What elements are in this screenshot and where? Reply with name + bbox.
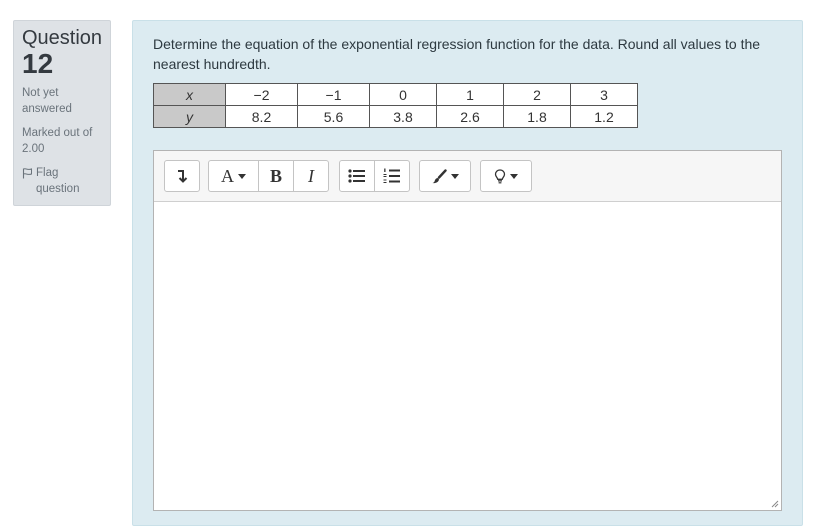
flag-question-link[interactable]: Flag question bbox=[22, 165, 102, 197]
editor-toolbar: A B I bbox=[154, 151, 781, 202]
resize-handle-icon[interactable] bbox=[771, 500, 779, 508]
ordered-list-button[interactable] bbox=[375, 161, 409, 191]
lightbulb-icon bbox=[494, 168, 506, 183]
chevron-down-icon bbox=[510, 173, 518, 179]
bold-button[interactable]: B bbox=[259, 161, 294, 191]
table-row-x: x −2 −1 0 1 2 3 bbox=[153, 83, 638, 106]
y-cell: 2.6 bbox=[436, 105, 504, 128]
lightbulb-button[interactable] bbox=[481, 161, 531, 191]
y-cell: 3.8 bbox=[369, 105, 437, 128]
toolbar-group-tips bbox=[480, 160, 532, 192]
italic-icon: I bbox=[308, 165, 314, 186]
x-cell: 2 bbox=[503, 83, 571, 106]
unordered-list-button[interactable] bbox=[340, 161, 375, 191]
toolbar-group-style bbox=[419, 160, 471, 192]
chevron-down-icon bbox=[238, 173, 246, 179]
question-grade: Marked out of 2.00 bbox=[22, 127, 93, 155]
x-cell: −1 bbox=[297, 83, 370, 106]
toolbar-group-collapse bbox=[164, 160, 200, 192]
answer-text-area[interactable] bbox=[154, 203, 781, 510]
row-header-y: y bbox=[153, 105, 226, 128]
italic-button[interactable]: I bbox=[294, 161, 328, 191]
collapse-icon bbox=[178, 170, 188, 183]
bold-icon: B bbox=[269, 165, 282, 186]
toolbar-group-text: A B I bbox=[208, 160, 329, 192]
answer-editor: A B I bbox=[153, 150, 782, 511]
x-cell: 3 bbox=[570, 83, 638, 106]
question-info-panel: Question 12 Not yet answered Marked out … bbox=[13, 20, 111, 206]
collapse-toolbar-button[interactable] bbox=[165, 161, 199, 191]
question-label: Question bbox=[22, 27, 103, 49]
question-state: Not yet answered bbox=[22, 87, 72, 115]
y-cell: 1.8 bbox=[503, 105, 571, 128]
ordered-list-icon bbox=[383, 168, 400, 183]
question-number: 12 bbox=[22, 48, 54, 79]
x-cell: 0 bbox=[369, 83, 437, 106]
brush-icon bbox=[432, 168, 447, 183]
table-row-y: y 8.2 5.6 3.8 2.6 1.8 1.2 bbox=[153, 105, 638, 128]
font-style-button[interactable]: A bbox=[209, 161, 259, 191]
flag-question-label: Flag question bbox=[36, 167, 80, 195]
data-table: x −2 −1 0 1 2 3 y 8.2 5.6 3.8 2.6 1.8 1.… bbox=[153, 83, 638, 128]
flag-icon bbox=[22, 168, 32, 179]
unordered-list-icon bbox=[348, 169, 365, 183]
question-content: Determine the equation of the exponentia… bbox=[132, 20, 803, 526]
chevron-down-icon bbox=[450, 173, 459, 179]
paint-style-button[interactable] bbox=[420, 161, 470, 191]
x-cell: −2 bbox=[225, 83, 298, 106]
font-style-icon: A bbox=[221, 165, 234, 186]
y-cell: 1.2 bbox=[570, 105, 638, 128]
question-text: Determine the equation of the exponentia… bbox=[153, 36, 761, 72]
y-cell: 5.6 bbox=[297, 105, 370, 128]
row-header-x: x bbox=[153, 83, 226, 106]
x-cell: 1 bbox=[436, 83, 504, 106]
y-cell: 8.2 bbox=[225, 105, 298, 128]
toolbar-group-lists bbox=[339, 160, 410, 192]
